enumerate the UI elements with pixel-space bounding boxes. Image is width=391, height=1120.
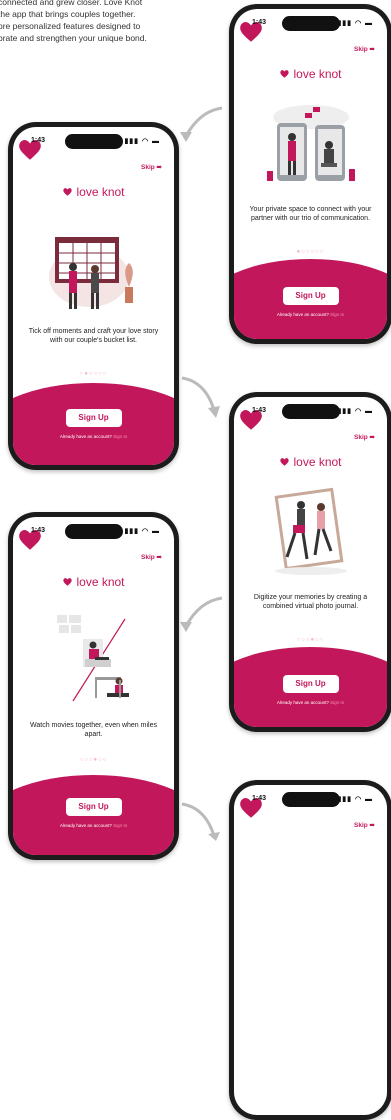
intro-line: ore personalized features designed to [0, 21, 141, 31]
status-time: 1:43 [252, 407, 267, 414]
app-logo: love knot [13, 185, 174, 199]
status-icons: ▮▮▮ ◠ ▬ [124, 138, 160, 145]
dynamic-island [281, 404, 340, 419]
skip-button[interactable]: Skip ➠ [354, 433, 375, 441]
status-time: 1:43 [252, 795, 267, 802]
already-text: Already have an account? [276, 700, 329, 705]
intro-line: brate and strengthen your unique bond. [0, 33, 147, 43]
status-time: 1:43 [252, 19, 267, 26]
page-dots: ●○○○○○ [296, 249, 325, 255]
heart-icon [280, 458, 290, 466]
sign-in-row: Already have an account? Sign In [234, 312, 387, 317]
skip-button[interactable]: Skip ➠ [354, 45, 375, 53]
heart-icon [63, 188, 73, 196]
onboarding-caption: Your private space to connect with your … [249, 206, 372, 222]
sign-in-link[interactable]: Sign In [113, 823, 127, 828]
arrow-icon [181, 376, 220, 418]
logo-text: love knot [293, 67, 342, 81]
page-dots: ○○○●○○ [79, 757, 108, 763]
phone-screen-4: 1:43 ▮▮▮ ◠ ▬ Skip ➠ love knot Watch movi… [8, 512, 179, 860]
bucket-list-illustration [48, 237, 133, 309]
dynamic-island [281, 16, 340, 31]
logo-text: love knot [76, 575, 125, 589]
intro-line: connected and grew closer. Love Knot [0, 0, 143, 7]
status-icons: ▮▮▮ ◠ ▬ [337, 20, 373, 27]
dynamic-island [64, 134, 123, 149]
app-logo: love knot [13, 575, 174, 589]
page-dots: ○●○○○○ [79, 371, 108, 377]
status-bar: 1:43 ▮▮▮ ◠ ▬ [246, 16, 375, 31]
sign-in-link[interactable]: Sign In [330, 312, 344, 317]
heart-icon [280, 70, 290, 78]
status-bar: 1:43 ▮▮▮ ◠ ▬ [25, 134, 162, 149]
skip-button[interactable]: Skip ➠ [141, 553, 162, 561]
logo-text: love knot [76, 185, 125, 199]
logo-text: love knot [293, 455, 342, 469]
photo-journal-illustration [274, 487, 347, 575]
already-text: Already have an account? [276, 312, 329, 317]
already-text: Already have an account? [59, 434, 112, 439]
phones-couple-illustration [266, 105, 355, 181]
intro-line: the app that brings couples together. [0, 9, 136, 19]
status-time: 1:43 [31, 137, 46, 144]
already-text: Already have an account? [59, 823, 112, 828]
onboarding-caption: Tick off moments and craft your love sto… [28, 328, 159, 344]
sign-in-link[interactable]: Sign In [330, 700, 344, 705]
intro-text: connected and grew closer. Love Knot the… [0, 0, 223, 44]
phone-screen-1: 1:43 ▮▮▮ ◠ ▬ Skip ➠ love knot Your priva… [229, 4, 391, 344]
arrow-icon [181, 802, 220, 841]
status-bar: 1:43 ▮▮▮ ◠ ▬ [246, 404, 375, 419]
movie-night-illustration [56, 615, 129, 702]
sign-up-button[interactable]: Sign Up [282, 675, 339, 693]
status-icons: ▮▮▮ ◠ ▬ [337, 796, 373, 803]
page-dots: ○○○●○○ [296, 637, 325, 643]
sign-up-button[interactable]: Sign Up [65, 409, 122, 427]
onboarding-caption: Watch movies together, even when miles a… [30, 722, 157, 738]
status-icons: ▮▮▮ ◠ ▬ [124, 528, 160, 535]
arrow-icon [180, 106, 223, 142]
skip-button[interactable]: Skip ➠ [354, 821, 375, 829]
arrow-icon [180, 596, 223, 632]
app-logo: love knot [234, 455, 387, 469]
sign-in-row: Already have an account? Sign In [13, 823, 174, 828]
dynamic-island [64, 524, 123, 539]
status-bar: 1:43 ▮▮▮ ◠ ▬ [246, 792, 375, 807]
dynamic-island [281, 792, 340, 807]
heart-icon [63, 578, 73, 586]
skip-button[interactable]: Skip ➠ [141, 163, 162, 171]
sign-in-link[interactable]: Sign In [113, 434, 127, 439]
sign-up-button[interactable]: Sign Up [282, 287, 339, 305]
app-logo: love knot [234, 67, 387, 81]
phone-screen-2: 1:43 ▮▮▮ ◠ ▬ Skip ➠ love knot Tick off m… [8, 122, 179, 470]
sign-in-row: Already have an account? Sign In [13, 434, 174, 439]
onboarding-caption: Digitize your memories by creating a com… [253, 594, 368, 610]
phone-screen-3: 1:43 ▮▮▮ ◠ ▬ Skip ➠ love knot Digitize y… [229, 392, 391, 732]
status-time: 1:43 [31, 527, 46, 534]
status-icons: ▮▮▮ ◠ ▬ [337, 408, 373, 415]
sign-in-row: Already have an account? Sign In [234, 700, 387, 705]
status-bar: 1:43 ▮▮▮ ◠ ▬ [25, 524, 162, 539]
phone-screen-5: 1:43 ▮▮▮ ◠ ▬ Skip ➠ [229, 780, 391, 1120]
sign-up-button[interactable]: Sign Up [65, 798, 122, 816]
